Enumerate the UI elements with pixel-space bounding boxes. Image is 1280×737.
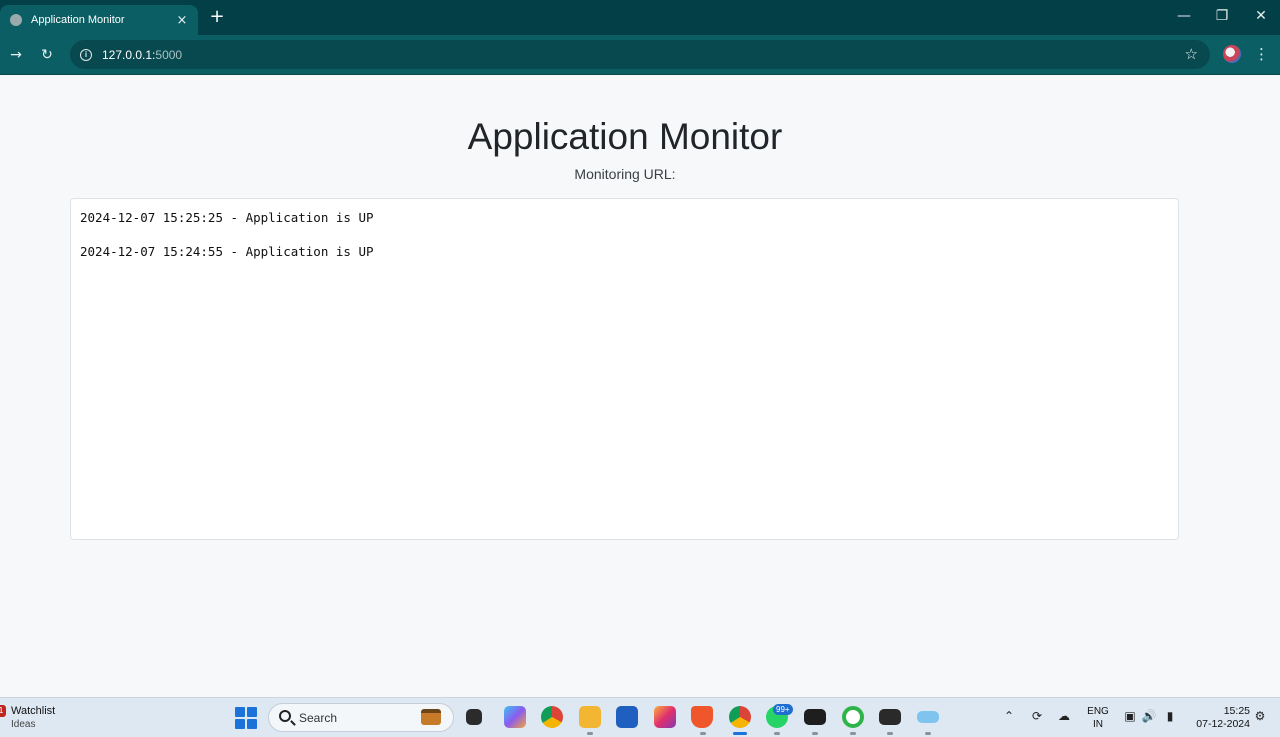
browser-menu-icon[interactable]: ⋮ (1254, 44, 1269, 64)
widget-title: Watchlist (11, 705, 56, 717)
language-indicator[interactable]: ENG IN (1086, 705, 1110, 731)
whatsapp-badge: 99+ (773, 704, 793, 715)
minimize-icon[interactable]: — (1169, 8, 1199, 24)
page-content: Application Monitor Monitoring URL: 2024… (0, 76, 1280, 697)
close-tab-icon[interactable]: × (174, 13, 190, 28)
search-placeholder: Search (299, 711, 338, 725)
restore-icon[interactable]: ❐ (1207, 8, 1237, 24)
browser-toolbar: → ↻ i 127.0.0.1: 5000 ☆ ⋮ (0, 35, 1280, 75)
instagram-icon[interactable] (654, 706, 676, 728)
url-port: 5000 (155, 47, 183, 62)
running-indicator (700, 732, 706, 735)
profile-avatar[interactable] (1223, 45, 1241, 63)
notification-icon[interactable]: ⚙ (1251, 709, 1269, 723)
battery-icon[interactable]: ▮ (1161, 709, 1179, 723)
volume-icon[interactable]: 🔊 (1140, 709, 1158, 723)
snipping-icon[interactable] (917, 711, 939, 723)
chrome-profile-icon[interactable] (729, 706, 751, 728)
globe-icon (10, 14, 22, 26)
log-entry: 2024-12-07 15:25:25 - Application is UP (80, 210, 374, 225)
url-host: 127.0.0.1: (102, 47, 156, 62)
task-view-icon[interactable] (466, 709, 482, 725)
running-indicator (774, 732, 780, 735)
address-bar[interactable]: i 127.0.0.1: 5000 ☆ (70, 40, 1210, 69)
network-icon[interactable]: ▣ (1121, 709, 1139, 723)
lang-region: IN (1093, 719, 1103, 730)
search-icon (279, 710, 291, 722)
running-indicator (850, 732, 856, 735)
clock-time: 15:25 (1223, 705, 1250, 717)
brave-icon[interactable] (691, 706, 713, 728)
widget-subtitle: Ideas (11, 719, 36, 730)
watchlist-widget[interactable]: 1 Watchlist Ideas (0, 703, 90, 733)
powershell-icon[interactable] (879, 709, 901, 725)
running-indicator (925, 732, 931, 735)
browser-tab[interactable]: Application Monitor × (0, 5, 198, 35)
tab-title: Application Monitor (31, 14, 125, 26)
terminal-icon[interactable] (804, 709, 826, 725)
windows-start-icon[interactable] (235, 707, 257, 729)
site-info-icon[interactable]: i (80, 48, 92, 61)
briefcase-icon (421, 709, 441, 725)
widget-badge: 1 (0, 705, 6, 717)
active-indicator (733, 732, 747, 735)
sync-icon[interactable]: ⟳ (1028, 709, 1046, 723)
chevron-up-icon[interactable]: ⌃ (1000, 709, 1018, 723)
clock-date: 07-12-2024 (1196, 718, 1250, 730)
reload-icon[interactable]: ↻ (37, 45, 57, 65)
file-explorer-icon[interactable] (579, 706, 601, 728)
chrome-icon[interactable] (541, 706, 563, 728)
running-indicator (587, 732, 593, 735)
store-icon[interactable] (616, 706, 638, 728)
taskbar-search[interactable]: Search (268, 703, 454, 732)
taskbar: 1 Watchlist Ideas Search 99+ ⌃ ⟳ ☁ ENG I… (0, 697, 1280, 737)
system-clock[interactable]: 15:25 07-12-2024 (1186, 705, 1250, 731)
log-panel[interactable]: 2024-12-07 15:25:25 - Application is UP … (70, 198, 1179, 540)
copilot-icon[interactable] (504, 706, 526, 728)
log-entry: 2024-12-07 15:24:55 - Application is UP (80, 244, 374, 259)
cloud-icon[interactable]: ☁ (1055, 709, 1073, 723)
page-title: Application Monitor (467, 116, 783, 157)
monitoring-url-label: Monitoring URL: (574, 166, 676, 182)
circle-app-icon[interactable] (842, 706, 864, 728)
bookmark-star-icon[interactable]: ☆ (1185, 45, 1198, 63)
close-window-icon[interactable]: ✕ (1246, 8, 1276, 24)
forward-icon[interactable]: → (6, 45, 26, 65)
running-indicator (887, 732, 893, 735)
lang-code: ENG (1087, 706, 1109, 717)
running-indicator (812, 732, 818, 735)
new-tab-button[interactable]: + (206, 7, 228, 29)
browser-titlebar: Application Monitor × + — ❐ ✕ (0, 0, 1280, 35)
